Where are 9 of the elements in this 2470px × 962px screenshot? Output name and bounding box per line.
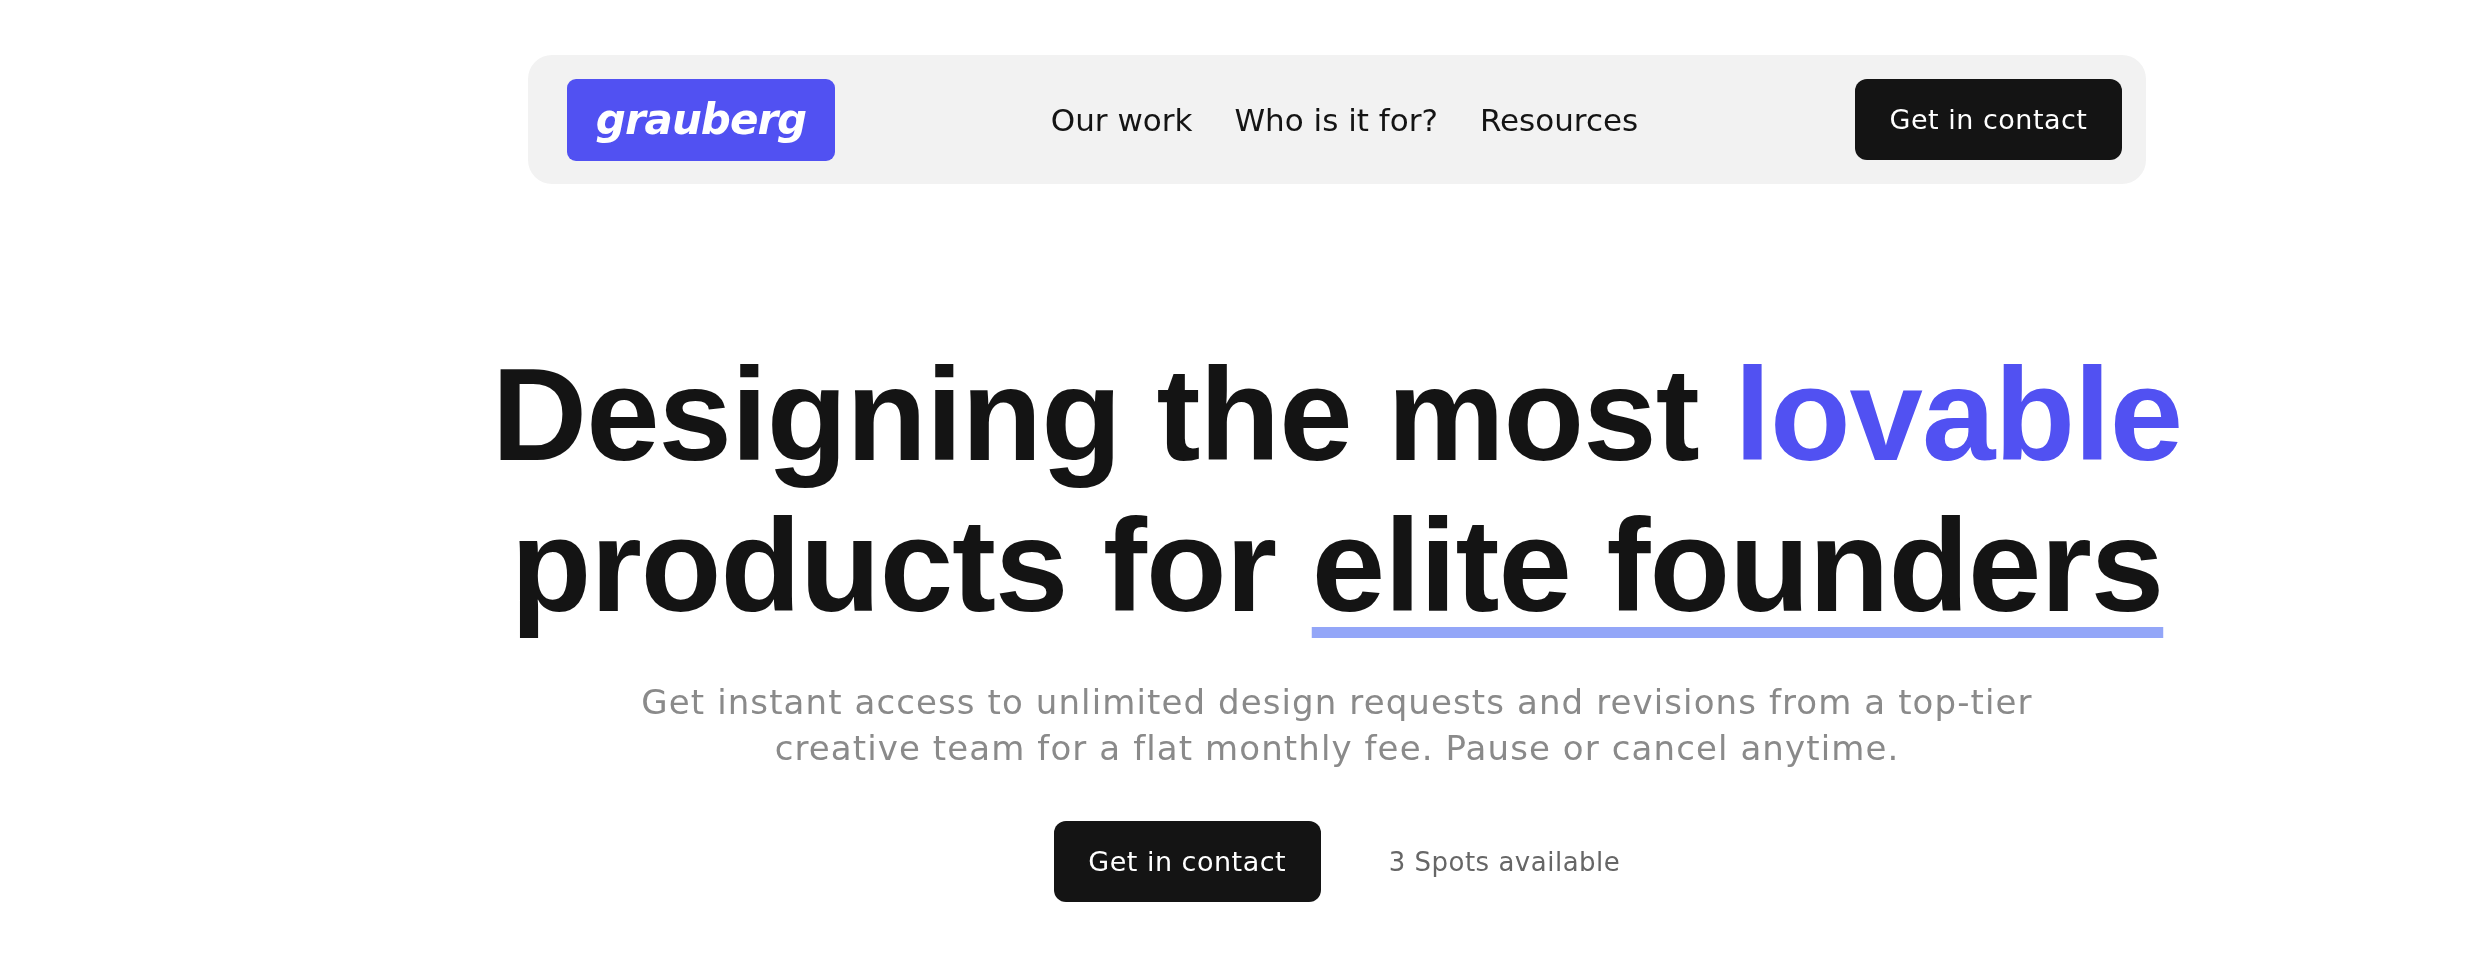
hero-headline: Designing the most lovable products for elite founders [491, 340, 2183, 641]
availability-note: 3 Spots available [1388, 846, 1621, 877]
nav-link[interactable]: Who is it for? [1234, 101, 1438, 138]
nav-link[interactable]: Our work [1050, 101, 1193, 138]
logo[interactable]: grauberg [567, 78, 835, 161]
nav-link[interactable]: Resources [1479, 101, 1639, 138]
contact-button[interactable]: Get in contact [1053, 821, 1321, 902]
contact-button[interactable]: Get in contact [1855, 79, 2122, 160]
hero-subtitle: Get instant access to unlimited design requests and revisions from a top-tier creative team for a flat monthly fee. Pause or cancel anytime. [641, 681, 2033, 770]
